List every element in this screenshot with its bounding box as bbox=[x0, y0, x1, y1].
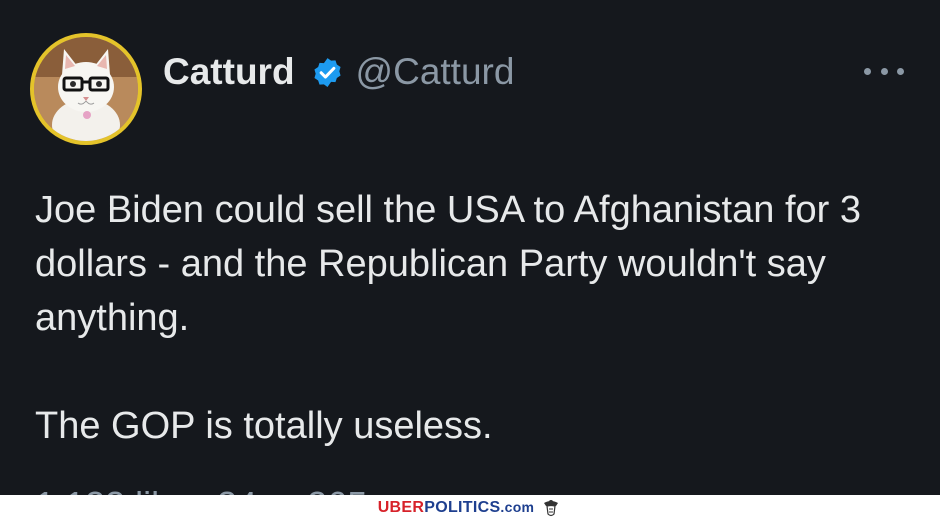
watermark-dotcom: .com bbox=[500, 498, 535, 515]
watermark-politics: POLITICS bbox=[424, 498, 501, 516]
tweet-card: Catturd @Catturd Joe Biden could sell th… bbox=[0, 0, 940, 506]
watermark-bar: UBERPOLITICS.com bbox=[0, 495, 940, 520]
more-dot bbox=[897, 67, 904, 75]
display-name[interactable]: Catturd bbox=[163, 51, 295, 93]
verified-badge-icon bbox=[311, 56, 344, 89]
tweet-paragraph-1: Joe Biden could sell the USA to Afghanis… bbox=[35, 189, 861, 339]
tweet-paragraph-2: The GOP is totally useless. bbox=[35, 405, 493, 447]
more-dot bbox=[880, 67, 888, 75]
eagle-logo-icon bbox=[544, 499, 559, 516]
more-options-icon[interactable] bbox=[864, 66, 904, 76]
tweet-text: Joe Biden could sell the USA to Afghanis… bbox=[35, 183, 925, 453]
cat-avatar-image bbox=[34, 37, 138, 141]
avatar[interactable] bbox=[30, 33, 142, 145]
handle[interactable]: @Catturd bbox=[356, 51, 515, 93]
more-dot bbox=[864, 67, 871, 75]
tweet-header: Catturd @Catturd bbox=[163, 50, 514, 94]
watermark: UBERPOLITICS.com bbox=[378, 497, 563, 519]
watermark-uber: UBER bbox=[377, 498, 425, 516]
